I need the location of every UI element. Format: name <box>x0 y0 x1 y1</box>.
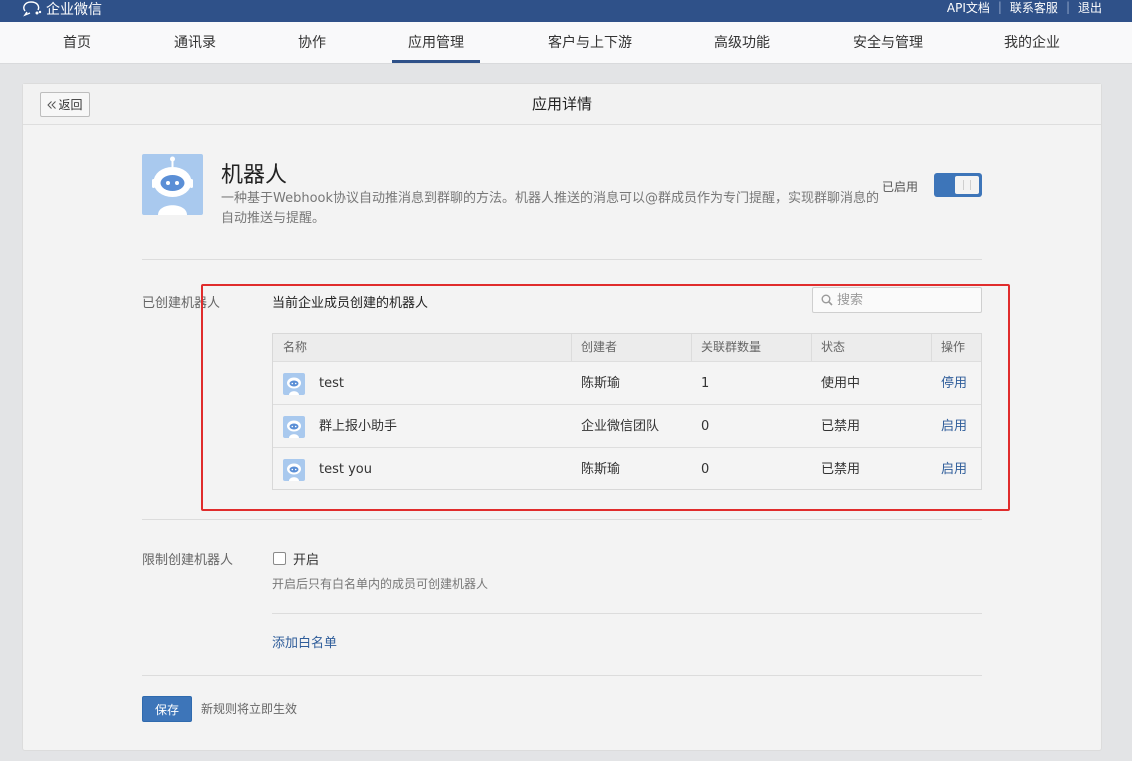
robot-name: 群上报小助手 <box>319 419 398 434</box>
robot-search-box[interactable] <box>812 287 982 313</box>
column-header-creator: 创建者 <box>581 340 618 354</box>
divider <box>272 613 982 614</box>
table-header: 名称 创建者 关联群数量 状态 操作 <box>273 334 981 362</box>
restrict-creation-label: 限制创建机器人 <box>142 553 234 568</box>
app-status-label: 已启用 <box>882 180 919 194</box>
api-docs-link[interactable]: API文档 <box>947 0 990 16</box>
nav-item-customers[interactable]: 客户与上下游 <box>540 22 640 63</box>
link-divider: | <box>997 0 1002 14</box>
divider <box>142 519 982 520</box>
nav-item-app-management[interactable]: 应用管理 <box>392 22 480 63</box>
robot-group-count: 0 <box>701 462 710 477</box>
nav-item-home[interactable]: 首页 <box>52 22 102 63</box>
robot-status: 使用中 <box>821 376 861 391</box>
link-divider: | <box>1065 0 1070 14</box>
back-button[interactable]: 返回 <box>40 92 90 117</box>
nav-item-advanced[interactable]: 高级功能 <box>706 22 778 63</box>
add-whitelist-link[interactable]: 添加白名单 <box>272 632 337 651</box>
table-row: 群上报小助手 企业微信团队 0 已禁用 启用 <box>273 405 981 448</box>
card-header: 应用详情 返回 <box>23 84 1101 125</box>
search-icon <box>821 294 833 306</box>
double-chevron-left-icon <box>47 100 57 109</box>
column-separator <box>571 334 572 361</box>
save-hint: 新规则将立即生效 <box>201 702 298 716</box>
contact-support-link[interactable]: 联系客服 <box>1010 0 1058 16</box>
restrict-enable-label[interactable]: 开启 <box>293 549 319 568</box>
column-header-group-count: 关联群数量 <box>701 340 762 354</box>
app-description: 一种基于Webhook协议自动推消息到群聊的方法。机器人推送的消息可以@群成员作… <box>221 191 880 226</box>
robot-creator: 企业微信团队 <box>581 419 660 434</box>
brand[interactable]: 企业微信 <box>22 0 102 19</box>
logout-link[interactable]: 退出 <box>1078 0 1102 16</box>
robot-creator: 陈斯瑜 <box>581 462 621 477</box>
divider <box>142 675 982 676</box>
table-row: test 陈斯瑜 1 使用中 停用 <box>273 362 981 405</box>
robot-app-icon <box>142 154 203 215</box>
created-robots-label: 已创建机器人 <box>142 296 221 311</box>
robot-group-count: 0 <box>701 419 710 434</box>
toggle-knob <box>955 176 979 194</box>
nav-item-my-company[interactable]: 我的企业 <box>996 22 1068 63</box>
nav-item-security[interactable]: 安全与管理 <box>844 22 932 63</box>
app-detail-card: 应用详情 返回 机器人 一种基于Webhook协议自动推消息到群聊的方法。机器人… <box>22 83 1102 751</box>
top-bar: 企业微信 API文档 | 联系客服 | 退出 <box>0 0 1132 22</box>
robot-status: 已禁用 <box>821 419 861 434</box>
robot-avatar-icon <box>283 459 305 481</box>
column-header-status: 状态 <box>821 340 846 354</box>
robot-name: test <box>319 376 344 391</box>
robot-creator: 陈斯瑜 <box>581 376 621 391</box>
search-input[interactable] <box>837 290 977 310</box>
column-separator <box>931 334 932 361</box>
column-separator <box>691 334 692 361</box>
robots-table: 名称 创建者 关联群数量 状态 操作 test 陈斯瑜 1 使用中 停用 群上报… <box>272 333 982 490</box>
app-enable-toggle[interactable] <box>934 173 982 197</box>
column-header-name: 名称 <box>283 340 308 354</box>
knob-grip <box>963 180 971 190</box>
main-nav: 首页 通讯录 协作 应用管理 客户与上下游 高级功能 安全与管理 我的企业 <box>0 22 1132 64</box>
nav-item-contacts[interactable]: 通讯录 <box>166 22 224 63</box>
app-name: 机器人 <box>221 163 288 188</box>
top-links: API文档 | 联系客服 | 退出 <box>947 0 1102 16</box>
robot-group-count: 1 <box>701 376 710 391</box>
robot-status: 已禁用 <box>821 462 861 477</box>
robot-avatar-icon <box>283 373 305 395</box>
page-title: 应用详情 <box>531 95 592 113</box>
restrict-enable-checkbox[interactable] <box>273 552 286 565</box>
enable-robot-link[interactable]: 启用 <box>941 448 967 491</box>
column-separator <box>811 334 812 361</box>
robot-avatar-icon <box>283 416 305 438</box>
disable-robot-link[interactable]: 停用 <box>941 362 967 405</box>
enable-robot-link[interactable]: 启用 <box>941 405 967 448</box>
save-button[interactable]: 保存 <box>142 696 192 722</box>
wecom-logo-icon <box>23 1 42 17</box>
robots-heading: 当前企业成员创建的机器人 <box>272 296 429 311</box>
robot-name: test you <box>319 462 372 477</box>
restrict-hint: 开启后只有白名单内的成员可创建机器人 <box>272 577 489 591</box>
table-row: test you 陈斯瑜 0 已禁用 启用 <box>273 448 981 491</box>
column-header-action: 操作 <box>941 340 966 354</box>
nav-item-collaboration[interactable]: 协作 <box>290 22 334 63</box>
divider <box>142 259 982 260</box>
back-button-label: 返回 <box>58 98 83 112</box>
brand-name: 企业微信 <box>46 2 102 18</box>
